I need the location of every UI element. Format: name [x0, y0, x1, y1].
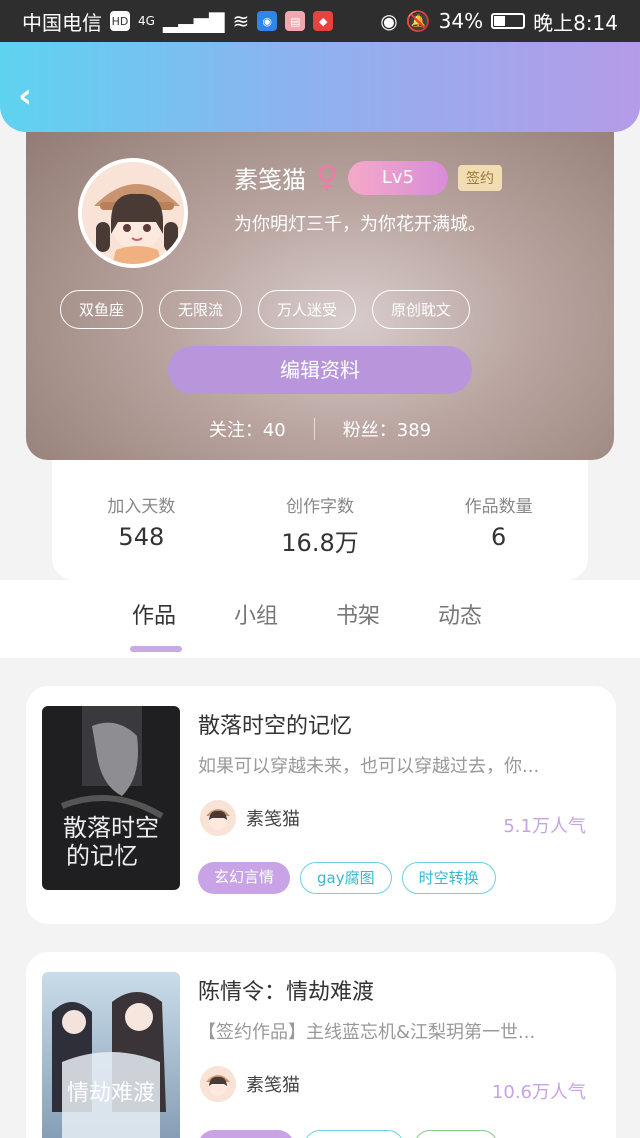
book-tag[interactable] — [304, 1130, 404, 1138]
book-description: 如果可以穿越未来，也可以穿越过去，你... — [198, 756, 540, 777]
shop-app-icon: ◆ — [313, 11, 334, 31]
popularity: 10.6万人气 — [491, 1082, 586, 1103]
profile-tag[interactable]: 双鱼座 — [60, 290, 144, 329]
book-tag[interactable]: gay腐图 — [300, 862, 392, 894]
stat-works-count: 作品数量 6 — [409, 460, 588, 580]
tab-activity[interactable]: 动态 — [438, 598, 482, 630]
stat-value: 6 — [491, 523, 507, 551]
status-left: 中国电信 HD 4G ▂▃▅▇ ≋ ◉ ▤ ◆ — [22, 7, 334, 36]
user-name: 素笺猫 — [234, 166, 306, 194]
tab-bookshelf[interactable]: 书架 — [336, 598, 380, 630]
book-title[interactable]: 散落时空的记忆 — [198, 708, 352, 740]
top-header: 中国电信 HD 4G ▂▃▅▇ ≋ ◉ ▤ ◆ ◉ 🔕 34% 晚上8:14 ‹ — [0, 0, 640, 132]
book-description: 【签约作品】主线蓝忘机&江梨玥第一世... — [198, 1022, 536, 1043]
tab-bar: 作品 小组 书架 动态 — [0, 580, 640, 658]
stat-label: 加入天数 — [107, 497, 176, 517]
profile-tags: 双鱼座 无限流 万人迷受 原创耽文 — [60, 290, 471, 329]
edit-profile-button[interactable]: 编辑资料 — [168, 346, 472, 394]
stat-value: 548 — [118, 523, 165, 551]
popularity: 5.1万人气 — [503, 816, 586, 837]
book-tag[interactable] — [198, 1130, 294, 1138]
author-avatar — [198, 1064, 238, 1104]
author-row[interactable]: 素笺猫 — [198, 1064, 300, 1104]
book-tag[interactable] — [414, 1130, 498, 1138]
stats-panel: 加入天数 548 创作字数 16.8万 作品数量 6 — [52, 460, 588, 580]
avatar[interactable] — [78, 158, 188, 268]
author-avatar — [198, 798, 238, 838]
book-card[interactable]: 散落时空 的记忆 散落时空的记忆 如果可以穿越未来，也可以穿越过去，你... 素… — [26, 686, 616, 924]
chevron-left-icon: ‹ — [18, 76, 33, 116]
cover-title-line1: 散落时空 — [63, 814, 159, 842]
follow-stats: 关注：40 粉丝：389 — [26, 416, 614, 442]
carrier-label: 中国电信 — [22, 10, 102, 35]
name-row: 素笺猫 ♀ Lv5 签约 — [234, 160, 502, 195]
status-right: ◉ 🔕 34% 晚上8:14 — [380, 7, 618, 36]
mute-bell-icon: 🔕 — [405, 9, 431, 33]
profile-tag[interactable]: 万人迷受 — [258, 290, 357, 329]
book-tag[interactable]: 时空转换 — [401, 862, 496, 894]
hd-badge-icon: HD — [110, 11, 130, 31]
stat-value: 16.8万 — [281, 529, 359, 557]
tab-works[interactable]: 作品 — [129, 598, 183, 652]
book-tags — [198, 1130, 498, 1138]
wifi-icon: ≋ — [232, 9, 250, 33]
app-notification-icon: ◉ — [257, 11, 278, 31]
book-tags: 玄幻言情 gay腐图 时空转换 — [198, 862, 496, 894]
female-gender-icon: ♀ — [316, 160, 338, 195]
stat-label: 创作字数 — [286, 497, 354, 517]
book-app-icon: ▤ — [285, 11, 306, 31]
battery-icon — [491, 13, 526, 29]
status-bar: 中国电信 HD 4G ▂▃▅▇ ≋ ◉ ▤ ◆ ◉ 🔕 34% 晚上8:14 — [0, 0, 640, 42]
stat-join-days: 加入天数 548 — [52, 460, 231, 580]
book-cover[interactable]: 散落时空 的记忆 — [42, 706, 180, 890]
author-name: 素笺猫 — [246, 809, 300, 830]
author-row[interactable]: 素笺猫 — [198, 798, 300, 838]
book-cover[interactable]: 情劫难渡 — [42, 972, 180, 1138]
stat-label: 作品数量 — [464, 497, 533, 517]
battery-percent: 34% — [438, 9, 484, 33]
eye-icon: ◉ — [380, 9, 398, 33]
book-card[interactable]: 情劫难渡 陈情令：情劫难渡 【签约作品】主线蓝忘机&江梨玥第一世... 素笺猫 … — [26, 952, 616, 1138]
book-title[interactable]: 陈情令：情劫难渡 — [198, 974, 374, 1006]
profile-tag[interactable]: 无限流 — [159, 290, 243, 329]
tab-groups[interactable]: 小组 — [234, 598, 278, 630]
cover-title-line2: 的记忆 — [66, 842, 138, 870]
4g-badge-icon: 4G — [138, 14, 155, 28]
clock: 晚上8:14 — [533, 10, 618, 35]
book-tag[interactable]: 玄幻言情 — [198, 862, 291, 894]
user-motto: 为你明灯三千，为你花开满城。 — [234, 214, 486, 235]
following-count[interactable]: 关注：40 — [209, 416, 286, 442]
followers-count[interactable]: 粉丝：389 — [343, 416, 431, 442]
signal-icon: ▂▃▅▇ — [162, 9, 225, 33]
back-button[interactable]: ‹ — [18, 76, 48, 116]
profile-card: 素笺猫 ♀ Lv5 签约 为你明灯三千，为你花开满城。 双鱼座 无限流 万人迷受… — [26, 110, 614, 460]
signed-badge: 签约 — [457, 164, 502, 191]
level-badge: Lv5 — [347, 160, 448, 195]
stat-word-count: 创作字数 16.8万 — [231, 460, 410, 580]
author-name: 素笺猫 — [246, 1075, 300, 1096]
cover-title: 情劫难渡 — [67, 1081, 155, 1106]
divider — [313, 418, 315, 440]
profile-tag[interactable]: 原创耽文 — [372, 290, 471, 329]
